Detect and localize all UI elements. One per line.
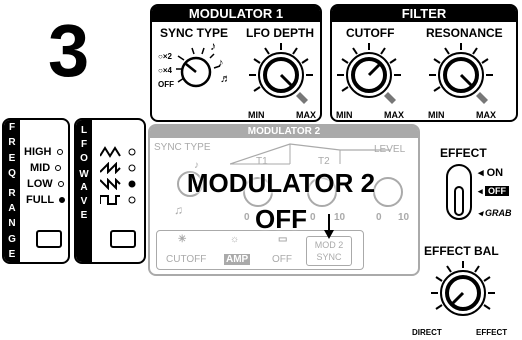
freq-range-side-label: F R E Q R A N G E [4,120,20,262]
filter-cutoff-max: MAX [384,110,404,120]
filter-resonance-label: RESONANCE [426,26,503,40]
mod2-overlay-title: MODULATOR 2 [186,168,376,198]
freq-range-letter: A [8,202,16,214]
effect-pos-grab: ◂ GRAB [478,208,512,218]
filter-resonance-min: MIN [428,110,445,120]
mod2-off-led-icon: ▭ [278,234,288,245]
mod2-sync-label: MOD 2 SYNC [314,240,344,262]
lfo-wave-button[interactable] [110,230,136,248]
freq-range-panel: F R E Q R A N G E HIGH MID LOW FULL [2,118,70,264]
mod1-sync-x2: ○×2 [158,52,172,61]
effect-bal-direct: DIRECT [412,328,442,337]
modulator1-header: MODULATOR 1 [152,6,320,22]
filter-resonance-max: MAX [476,110,496,120]
effect-switch-lever [454,186,464,216]
sawtooth-wave-icon [100,162,136,174]
mod2-t2-label: T2 [318,156,330,167]
freq-option-low: LOW [27,178,64,190]
mod2-level-scale-low: 0 [376,212,382,223]
mod2-target-amp[interactable]: AMP [224,254,251,265]
step-number: 3 [48,9,90,92]
mod1-lfo-depth-knob[interactable] [246,40,316,110]
lfo-wave-letter: A [80,182,88,194]
freq-range-letter: E [8,248,16,260]
freq-option-label: HIGH [24,146,52,158]
lfo-wave-side-label: L F O W A V E [76,120,92,262]
freq-option-mid: MID [30,162,62,174]
mod2-envelope-diagram [230,143,390,165]
mod1-lfo-depth-label: LFO DEPTH [246,26,314,40]
filter-cutoff-label: CUTOFF [346,26,395,40]
mod2-amp-led-icon: ☼ [230,234,240,245]
svg-text:♪: ♪ [218,57,224,69]
lfo-wave-letter: V [80,196,88,208]
led-icon [56,149,63,155]
lfo-wave-letter: L [80,125,88,137]
effect-grab-label: GRAB [485,208,512,218]
filter-cutoff-min: MIN [336,110,353,120]
mod1-sync-type-knob[interactable]: ♪ ♪ ♬ [174,42,234,98]
lfo-wave-letter: F [80,138,88,150]
led-icon [57,181,64,187]
effect-pos-on: ◂ ON [478,167,504,179]
freq-range-letter: Q [8,168,16,180]
triangle-wave-icon [100,146,136,158]
freq-range-letter: F [8,122,16,134]
effect-bal-effect: EFFECT [476,328,508,337]
lfo-wave-letter: E [80,209,88,221]
mod1-max-label: MAX [296,110,316,120]
modulator2-header: MODULATOR 2 [150,126,418,138]
freq-range-button[interactable] [36,230,62,248]
effect-pos-off: ◂ OFF [478,186,510,197]
freq-range-letter: R [8,187,16,199]
filter-resonance-knob[interactable] [426,40,496,110]
led-icon [55,165,62,171]
mod1-sync-off: OFF [158,80,174,89]
effect-switch[interactable] [446,164,472,220]
effect-on-label: ON [486,167,504,179]
freq-range-letter: R [8,137,16,149]
mod2-overlay-state: OFF [255,204,307,234]
effect-bal-label: EFFECT BAL [424,244,499,258]
filter-header: FILTER [332,6,516,22]
freq-option-high: HIGH [24,146,63,158]
freq-option-label: FULL [26,194,55,206]
effect-off-label: OFF [485,186,510,196]
effect-label: EFFECT [440,146,487,160]
freq-option-label: LOW [27,178,53,190]
mod1-min-label: MIN [248,110,265,120]
freq-range-letter: E [8,152,16,164]
mod1-sync-x4: ○×4 [158,66,172,75]
down-arrow-icon [324,214,334,239]
mod2-level-scale-high: 10 [398,212,410,223]
effect-bal-knob[interactable] [428,258,498,328]
filter-cutoff-knob[interactable] [334,40,404,110]
freq-range-letter: N [8,218,16,230]
led-on-icon [59,197,66,203]
svg-text:♫: ♫ [174,203,183,217]
lfo-wave-letter: O [80,152,88,164]
ramp-wave-icon [100,178,136,190]
mod2-level-label: LEVEL [374,144,406,155]
mod2-sync-type-label: SYNC TYPE [154,142,211,153]
mod2-cutoff-led-icon: ✳ [178,234,187,245]
mod2-t1-label: T1 [256,156,268,167]
mod2-target-off[interactable]: OFF [272,254,292,265]
svg-text:♬: ♬ [220,73,231,85]
svg-text:♪: ♪ [210,42,216,53]
lfo-wave-letter: W [79,168,89,180]
mod2-sync-button[interactable]: MOD 2 SYNC [306,236,352,266]
lfo-wave-panel: L F O W A V E [74,118,146,264]
freq-option-full: FULL [26,194,66,206]
freq-range-letter: G [8,233,16,245]
mod2-target-cutoff[interactable]: CUTOFF [166,254,206,265]
freq-option-label: MID [30,162,51,174]
mod1-sync-type-label: SYNC TYPE [160,26,229,40]
square-wave-icon [100,195,136,205]
